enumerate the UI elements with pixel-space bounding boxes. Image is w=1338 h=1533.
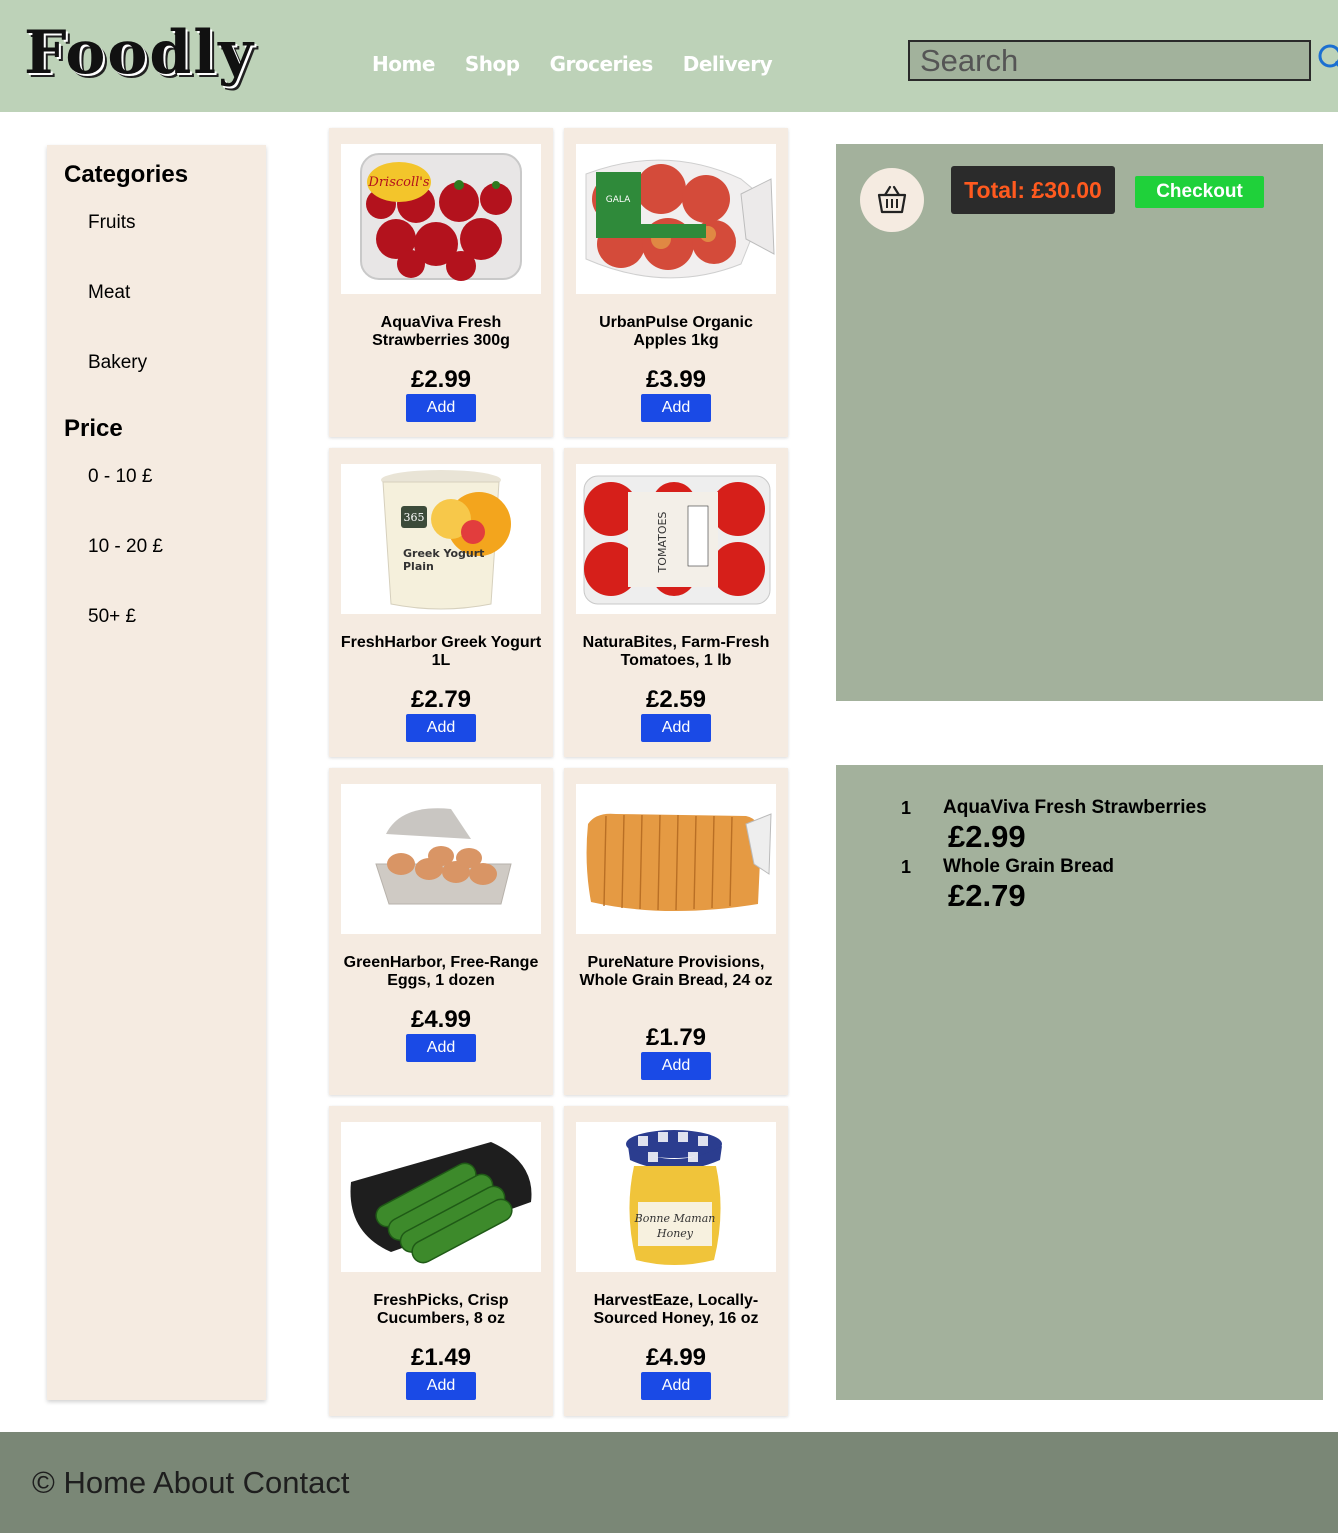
basket-icon[interactable]: [860, 168, 924, 232]
product-price: £1.49: [410, 1344, 472, 1371]
add-to-cart-button[interactable]: Add: [406, 1372, 476, 1400]
checkout-button[interactable]: Checkout: [1135, 176, 1264, 208]
filter-sidebar: Categories Fruits Meat Bakery Price 0 - …: [47, 145, 266, 1400]
search-icon[interactable]: [1316, 42, 1338, 76]
product-name: FreshPicks, Crisp Cucumbers, 8 oz: [373, 1292, 509, 1327]
add-to-cart-button[interactable]: Add: [406, 1034, 476, 1062]
search-input[interactable]: [908, 40, 1311, 81]
product-card: PureNature Provisions, Whole Grain Bread…: [564, 768, 788, 1095]
product-name: FreshHarbor Greek Yogurt 1L: [340, 634, 542, 669]
product-name: NaturaBites, Farm-Fresh Tomatoes, 1 lb: [582, 634, 770, 669]
price-filter-0-10[interactable]: 0 - 10 £: [88, 466, 152, 488]
cart-item-name: Whole Grain Bread: [943, 856, 1115, 877]
logo[interactable]: Foodly: [24, 18, 255, 88]
add-to-cart-button[interactable]: Add: [641, 394, 711, 422]
add-to-cart-button[interactable]: Add: [406, 714, 476, 742]
price-filter-10-20[interactable]: 10 - 20 £: [88, 536, 163, 558]
product-grid: Driscoll's AquaViva Fresh Strawberries 3…: [329, 128, 789, 1416]
eggs-image: [341, 784, 541, 934]
add-to-cart-button[interactable]: Add: [406, 394, 476, 422]
cucumbers-image: [341, 1122, 541, 1272]
svg-text:Bonne Maman: Bonne Maman: [634, 1212, 716, 1225]
tomatoes-image: TOMATOES: [576, 464, 776, 614]
svg-text:Plain: Plain: [403, 560, 434, 573]
product-card: Bonne Maman Honey HarvestEaze, Locally-S…: [564, 1106, 788, 1416]
cart-summary: Total: £30.00 Checkout: [836, 144, 1323, 701]
svg-text:GALA: GALA: [606, 195, 631, 205]
product-card: FreshPicks, Crisp Cucumbers, 8 oz £1.49 …: [329, 1106, 553, 1416]
cart-item-name: AquaViva Fresh Strawberries: [943, 797, 1207, 818]
product-name: UrbanPulse Organic Apples 1kg: [599, 314, 753, 349]
product-card: TOMATOES NaturaBites, Farm-Fresh Tomatoe…: [564, 448, 788, 757]
apples-image: GALA: [576, 144, 776, 294]
nav-home[interactable]: Home: [372, 52, 435, 76]
svg-text:Honey: Honey: [656, 1227, 694, 1240]
footer-links[interactable]: © Home About Contact: [32, 1465, 350, 1501]
svg-text:365: 365: [404, 511, 425, 524]
cart-item-qty: 1: [901, 798, 912, 818]
product-price: £4.99: [410, 1006, 472, 1033]
cart-item-qty: 1: [901, 857, 912, 877]
product-card: Driscoll's AquaViva Fresh Strawberries 3…: [329, 128, 553, 437]
cart-total: Total: £30.00: [951, 166, 1115, 214]
cart-item-price: £2.99: [948, 819, 1026, 854]
product-price: £2.79: [410, 686, 472, 713]
category-fruits[interactable]: Fruits: [88, 212, 136, 234]
product-price: £2.59: [645, 686, 707, 713]
cart-items-list: 1 AquaViva Fresh Strawberries £2.99 1 Wh…: [836, 765, 1323, 1400]
svg-text:Greek Yogurt: Greek Yogurt: [403, 547, 484, 560]
strawberries-image: Driscoll's: [341, 144, 541, 294]
add-to-cart-button[interactable]: Add: [641, 1052, 711, 1080]
nav-shop[interactable]: Shop: [465, 52, 520, 76]
yogurt-image: 365 Greek Yogurt Plain: [341, 464, 541, 614]
product-price: £3.99: [645, 366, 707, 393]
price-heading: Price: [64, 415, 123, 442]
site-footer: © Home About Contact: [0, 1432, 1338, 1533]
add-to-cart-button[interactable]: Add: [641, 714, 711, 742]
product-name: HarvestEaze, Locally-Sourced Honey, 16 o…: [593, 1292, 759, 1327]
main-nav: Home Shop Groceries Delivery: [372, 52, 773, 76]
product-price: £2.99: [410, 366, 472, 393]
svg-text:Driscoll's: Driscoll's: [367, 175, 429, 190]
product-name: AquaViva Fresh Strawberries 300g: [372, 314, 510, 349]
category-meat[interactable]: Meat: [88, 282, 130, 304]
product-card: GALA UrbanPulse Organic Apples 1kg £3.99…: [564, 128, 788, 437]
site-header: Foodly Home Shop Groceries Delivery: [0, 0, 1338, 112]
product-name: GreenHarbor, Free-Range Eggs, 1 dozen: [343, 954, 539, 989]
nav-groceries[interactable]: Groceries: [550, 52, 654, 76]
category-bakery[interactable]: Bakery: [88, 352, 147, 374]
product-price: £4.99: [645, 1344, 707, 1371]
product-card: 365 Greek Yogurt Plain FreshHarbor Greek…: [329, 448, 553, 757]
nav-delivery[interactable]: Delivery: [683, 52, 773, 76]
bread-image: [576, 784, 776, 934]
cart-item-price: £2.79: [948, 878, 1026, 913]
add-to-cart-button[interactable]: Add: [641, 1372, 711, 1400]
honey-image: Bonne Maman Honey: [576, 1122, 776, 1272]
price-filter-50-plus[interactable]: 50+ £: [88, 606, 136, 628]
product-card: GreenHarbor, Free-Range Eggs, 1 dozen £4…: [329, 768, 553, 1095]
product-name: PureNature Provisions, Whole Grain Bread…: [579, 954, 773, 989]
categories-heading: Categories: [64, 161, 189, 188]
svg-text:TOMATOES: TOMATOES: [656, 512, 669, 574]
product-price: £1.79: [645, 1024, 707, 1051]
